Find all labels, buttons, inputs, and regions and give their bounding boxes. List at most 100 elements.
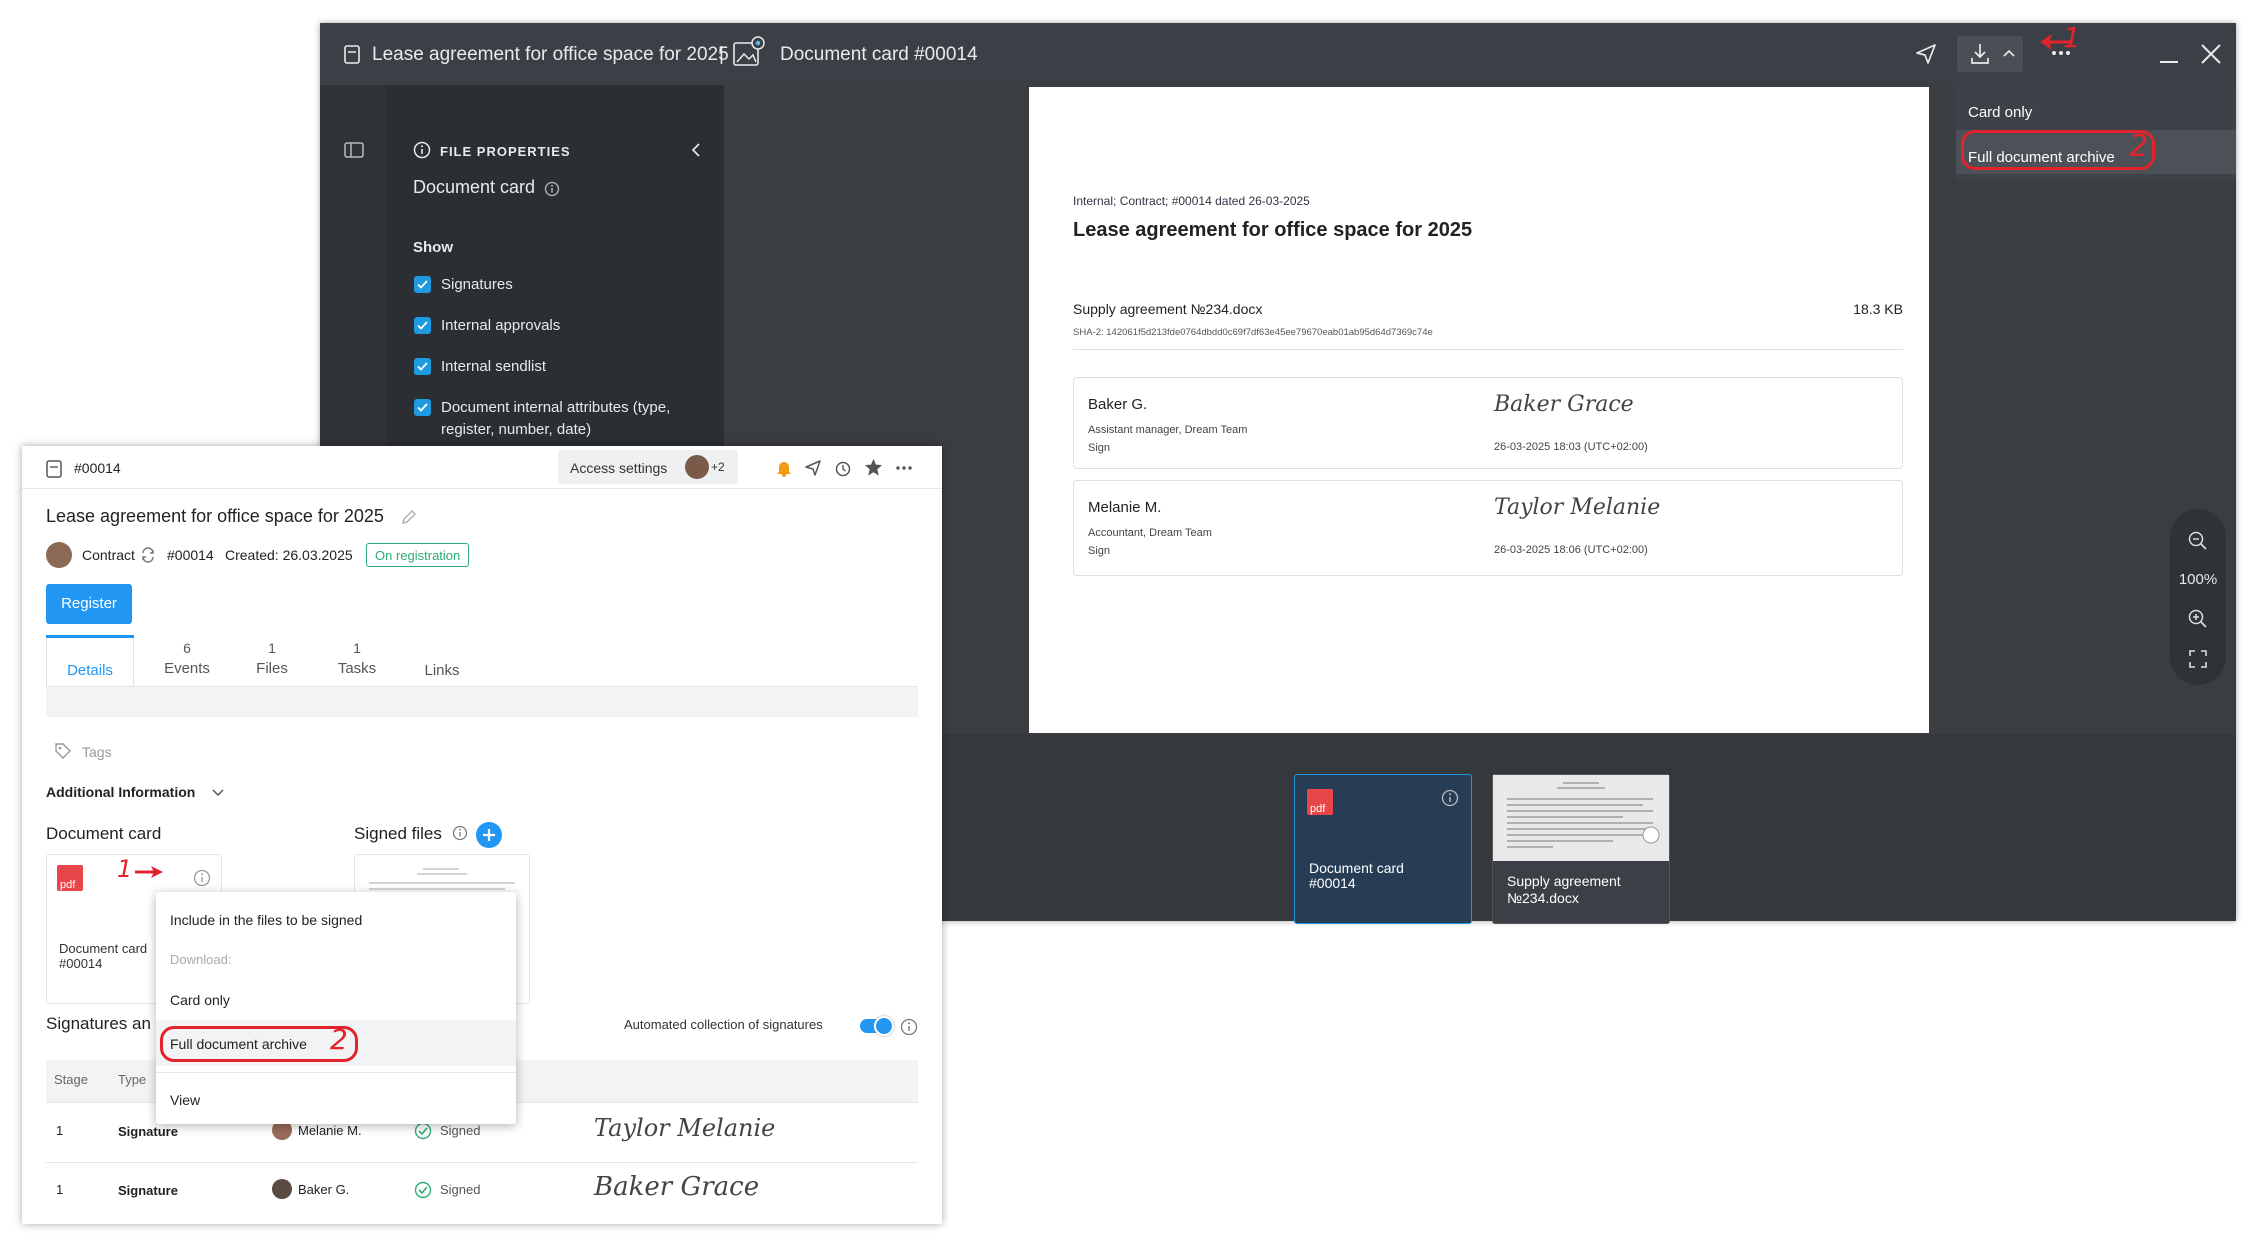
annotation-number: 2 — [330, 1023, 348, 1056]
checkbox-checked-icon — [414, 399, 431, 416]
tag-icon — [54, 742, 72, 760]
tab-count: 1 — [353, 640, 361, 656]
edit-pencil-icon[interactable] — [400, 508, 418, 526]
tab-links[interactable]: Links — [407, 662, 477, 679]
signer-action: Sign — [1088, 442, 1111, 454]
menu-item-view[interactable]: View — [170, 1092, 200, 1108]
automated-collection-label: Automated collection of signatures — [624, 1017, 823, 1032]
collapse-panel-icon[interactable] — [691, 142, 701, 158]
menu-item-card-only[interactable]: Card only — [1956, 85, 2236, 129]
menu-section-download: Download: — [170, 952, 232, 967]
access-settings-button[interactable]: Access settings +2 — [558, 450, 738, 484]
bell-icon[interactable] — [775, 459, 793, 477]
signed-files-heading: Signed files — [354, 824, 442, 843]
info-icon — [544, 181, 560, 197]
tab-count: 1 — [268, 640, 276, 656]
tab-details[interactable]: Details — [46, 662, 134, 679]
avatar-count: +2 — [711, 460, 725, 474]
document-type: Contract — [82, 547, 135, 563]
title-separator: | — [719, 44, 724, 65]
row-status: Signed — [440, 1123, 481, 1138]
automated-collection-toggle[interactable] — [860, 1016, 894, 1036]
additional-info-toggle[interactable]: Additional Information — [46, 784, 195, 800]
file-label: Document card #00014 — [59, 941, 147, 971]
file-hash: SHA-2: 142061f5d213fde0764dbdd0c69f7df63… — [1073, 327, 1433, 338]
checkbox-checked-icon — [414, 276, 431, 293]
column-header-type: Type — [118, 1072, 147, 1087]
checkbox-label: Document internal attributes (type, regi… — [441, 399, 671, 438]
sync-icon — [140, 547, 156, 563]
checkbox-signatures[interactable]: Signatures — [414, 274, 513, 296]
tab-tasks[interactable]: 1 Tasks — [322, 640, 392, 677]
chevron-down-icon[interactable] — [212, 789, 224, 797]
tab-files[interactable]: 1 Files — [242, 640, 302, 677]
panel-toggle-icon[interactable] — [344, 142, 364, 158]
tab-label: Details — [67, 662, 113, 679]
checkbox-checked-icon — [414, 358, 431, 375]
access-settings-label: Access settings — [570, 460, 668, 476]
menu-item-card-only[interactable]: Card only — [170, 992, 230, 1008]
card-number: #00014 — [74, 460, 121, 476]
minimize-icon[interactable] — [2160, 61, 2178, 63]
add-icon[interactable] — [476, 822, 502, 848]
alarm-clock-icon[interactable] — [834, 459, 852, 477]
viewer-title-bar: Lease agreement for office space for 202… — [320, 23, 2236, 85]
avatar — [685, 455, 709, 479]
document-icon — [344, 45, 360, 64]
fullscreen-icon[interactable] — [2188, 649, 2208, 669]
tags-field[interactable]: Tags — [82, 744, 112, 760]
signer-card: Baker G. Assistant manager, Dream Team S… — [1073, 377, 1903, 469]
thumbnail-label-line: #00014 — [1309, 875, 1356, 891]
tab-count: 6 — [183, 640, 191, 656]
thumbnail-label-line: Supply agreement — [1507, 873, 1621, 889]
checkbox-internal-sendlist[interactable]: Internal sendlist — [414, 356, 546, 378]
send-icon[interactable] — [804, 459, 822, 477]
check-circle-icon — [414, 1122, 432, 1140]
file-label-line: Document card — [59, 941, 148, 956]
checkbox-checked-icon — [414, 317, 431, 334]
info-icon[interactable] — [1441, 789, 1459, 807]
tab-events[interactable]: 6 Events — [152, 640, 222, 677]
checkbox-internal-approvals[interactable]: Internal approvals — [414, 315, 560, 337]
more-icon[interactable] — [896, 466, 912, 470]
zoom-in-icon[interactable] — [2188, 609, 2208, 629]
handwritten-signature: Baker Grace — [1494, 392, 1634, 417]
register-button[interactable]: Register — [46, 584, 132, 624]
download-button[interactable] — [1957, 36, 2023, 72]
thumbnail-supply-agreement[interactable]: Supply agreement №234.docx — [1492, 774, 1670, 924]
checkbox-internal-attributes[interactable]: Document internal attributes (type, regi… — [414, 397, 704, 441]
chevron-up-icon — [2003, 49, 2015, 57]
document-number: #00014 — [167, 547, 214, 563]
signer-action: Sign — [1088, 545, 1111, 557]
details-strip — [46, 687, 918, 717]
info-icon[interactable] — [193, 869, 211, 887]
viewer-document-title: Lease agreement for office space for 202… — [372, 44, 729, 65]
pdf-icon: pdf — [1307, 789, 1333, 815]
file-label-line: #00014 — [59, 956, 103, 971]
annotation-number: 1 — [2063, 21, 2081, 54]
row-type: Signature — [118, 1183, 178, 1198]
document-icon — [46, 460, 62, 478]
divider — [156, 1072, 516, 1073]
menu-item-include-to-sign[interactable]: Include in the files to be signed — [170, 912, 362, 928]
document-preview — [1493, 775, 1669, 861]
info-icon — [452, 825, 468, 841]
thumbnail-label-line: Document card — [1309, 860, 1404, 876]
document-page: Internal; Contract; #00014 dated 26-03-2… — [1029, 87, 1929, 733]
row-person: Baker G. — [298, 1182, 350, 1197]
close-icon[interactable] — [2200, 43, 2222, 65]
thumbnail-document-card[interactable]: pdf Document card #00014 — [1294, 774, 1472, 924]
avatar — [46, 542, 72, 568]
tab-label: Links — [424, 662, 460, 679]
document-card-window: #00014 Access settings +2 Lease agreemen… — [22, 446, 942, 1224]
info-icon — [413, 141, 431, 159]
divider — [22, 488, 942, 489]
signer-name: Baker G. — [1088, 396, 1148, 413]
send-icon[interactable] — [1914, 42, 1938, 66]
file-name: Supply agreement №234.docx — [1073, 301, 1263, 317]
star-icon[interactable] — [864, 458, 883, 477]
zoom-controls: 100% — [2170, 509, 2226, 685]
annotation-number: 1 — [117, 855, 133, 883]
zoom-out-icon[interactable] — [2188, 531, 2208, 551]
signature-date: 26-03-2025 18:06 (UTC+02:00) — [1494, 544, 1648, 556]
